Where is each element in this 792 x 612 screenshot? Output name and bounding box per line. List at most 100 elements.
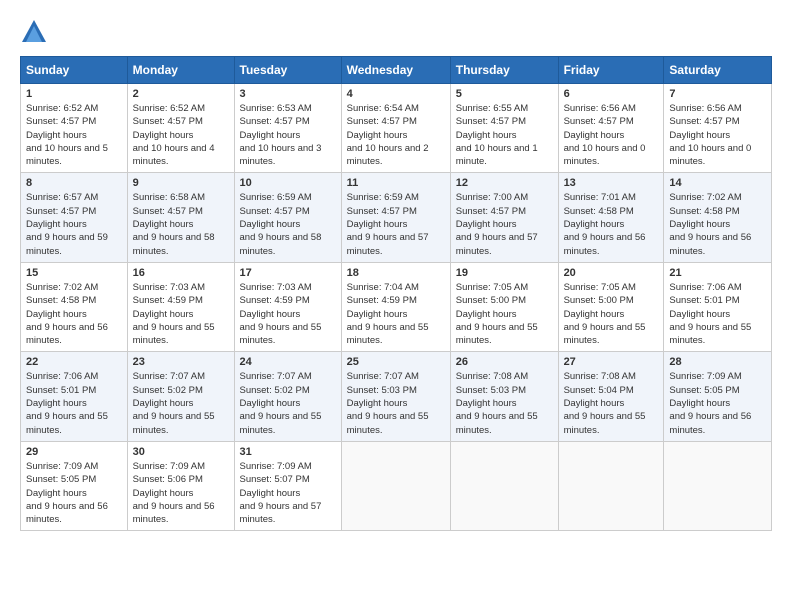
- day-number: 29: [26, 446, 122, 458]
- cell-content: Sunrise: 7:09 AMSunset: 5:05 PMDaylight …: [26, 461, 108, 525]
- calendar-cell: 13 Sunrise: 7:01 AMSunset: 4:58 PMDaylig…: [558, 173, 664, 262]
- day-number: 21: [669, 267, 766, 279]
- cell-content: Sunrise: 6:56 AMSunset: 4:57 PMDaylight …: [669, 103, 751, 167]
- day-number: 7: [669, 88, 766, 100]
- cell-content: Sunrise: 6:56 AMSunset: 4:57 PMDaylight …: [564, 103, 646, 167]
- calendar-cell: 7 Sunrise: 6:56 AMSunset: 4:57 PMDayligh…: [664, 84, 772, 173]
- calendar-cell: [558, 441, 664, 530]
- day-number: 24: [240, 356, 336, 368]
- calendar-cell: 27 Sunrise: 7:08 AMSunset: 5:04 PMDaylig…: [558, 352, 664, 441]
- day-number: 16: [133, 267, 229, 279]
- cell-content: Sunrise: 6:54 AMSunset: 4:57 PMDaylight …: [347, 103, 429, 167]
- cell-content: Sunrise: 6:59 AMSunset: 4:57 PMDaylight …: [347, 192, 429, 256]
- cell-content: Sunrise: 6:53 AMSunset: 4:57 PMDaylight …: [240, 103, 322, 167]
- calendar-cell: 12 Sunrise: 7:00 AMSunset: 4:57 PMDaylig…: [450, 173, 558, 262]
- day-number: 22: [26, 356, 122, 368]
- day-number: 31: [240, 446, 336, 458]
- cell-content: Sunrise: 7:06 AMSunset: 5:01 PMDaylight …: [669, 282, 751, 346]
- calendar-cell: 16 Sunrise: 7:03 AMSunset: 4:59 PMDaylig…: [127, 262, 234, 351]
- calendar-day-header: Saturday: [664, 57, 772, 84]
- logo: [20, 18, 52, 46]
- day-number: 30: [133, 446, 229, 458]
- cell-content: Sunrise: 7:04 AMSunset: 4:59 PMDaylight …: [347, 282, 429, 346]
- calendar-header-row: SundayMondayTuesdayWednesdayThursdayFrid…: [21, 57, 772, 84]
- cell-content: Sunrise: 7:02 AMSunset: 4:58 PMDaylight …: [26, 282, 108, 346]
- calendar-day-header: Thursday: [450, 57, 558, 84]
- cell-content: Sunrise: 6:52 AMSunset: 4:57 PMDaylight …: [26, 103, 108, 167]
- calendar-cell: 10 Sunrise: 6:59 AMSunset: 4:57 PMDaylig…: [234, 173, 341, 262]
- day-number: 26: [456, 356, 553, 368]
- calendar-table: SundayMondayTuesdayWednesdayThursdayFrid…: [20, 56, 772, 531]
- calendar-cell: 19 Sunrise: 7:05 AMSunset: 5:00 PMDaylig…: [450, 262, 558, 351]
- cell-content: Sunrise: 7:08 AMSunset: 5:04 PMDaylight …: [564, 371, 646, 435]
- cell-content: Sunrise: 7:07 AMSunset: 5:02 PMDaylight …: [133, 371, 215, 435]
- day-number: 8: [26, 177, 122, 189]
- calendar-cell: 6 Sunrise: 6:56 AMSunset: 4:57 PMDayligh…: [558, 84, 664, 173]
- day-number: 3: [240, 88, 336, 100]
- calendar-day-header: Wednesday: [341, 57, 450, 84]
- calendar-cell: 25 Sunrise: 7:07 AMSunset: 5:03 PMDaylig…: [341, 352, 450, 441]
- day-number: 20: [564, 267, 659, 279]
- calendar-week-row: 15 Sunrise: 7:02 AMSunset: 4:58 PMDaylig…: [21, 262, 772, 351]
- cell-content: Sunrise: 6:58 AMSunset: 4:57 PMDaylight …: [133, 192, 215, 256]
- calendar-cell: 9 Sunrise: 6:58 AMSunset: 4:57 PMDayligh…: [127, 173, 234, 262]
- cell-content: Sunrise: 7:09 AMSunset: 5:06 PMDaylight …: [133, 461, 215, 525]
- calendar-cell: 15 Sunrise: 7:02 AMSunset: 4:58 PMDaylig…: [21, 262, 128, 351]
- cell-content: Sunrise: 6:59 AMSunset: 4:57 PMDaylight …: [240, 192, 322, 256]
- day-number: 4: [347, 88, 445, 100]
- cell-content: Sunrise: 7:03 AMSunset: 4:59 PMDaylight …: [240, 282, 322, 346]
- logo-icon: [20, 18, 48, 46]
- day-number: 14: [669, 177, 766, 189]
- calendar-cell: 2 Sunrise: 6:52 AMSunset: 4:57 PMDayligh…: [127, 84, 234, 173]
- day-number: 15: [26, 267, 122, 279]
- cell-content: Sunrise: 7:02 AMSunset: 4:58 PMDaylight …: [669, 192, 751, 256]
- calendar-cell: [664, 441, 772, 530]
- cell-content: Sunrise: 6:57 AMSunset: 4:57 PMDaylight …: [26, 192, 108, 256]
- day-number: 9: [133, 177, 229, 189]
- calendar-cell: 21 Sunrise: 7:06 AMSunset: 5:01 PMDaylig…: [664, 262, 772, 351]
- cell-content: Sunrise: 7:09 AMSunset: 5:07 PMDaylight …: [240, 461, 322, 525]
- calendar-cell: 22 Sunrise: 7:06 AMSunset: 5:01 PMDaylig…: [21, 352, 128, 441]
- calendar-cell: 24 Sunrise: 7:07 AMSunset: 5:02 PMDaylig…: [234, 352, 341, 441]
- day-number: 2: [133, 88, 229, 100]
- calendar-week-row: 1 Sunrise: 6:52 AMSunset: 4:57 PMDayligh…: [21, 84, 772, 173]
- calendar-cell: 8 Sunrise: 6:57 AMSunset: 4:57 PMDayligh…: [21, 173, 128, 262]
- calendar-cell: 5 Sunrise: 6:55 AMSunset: 4:57 PMDayligh…: [450, 84, 558, 173]
- day-number: 6: [564, 88, 659, 100]
- calendar-cell: 3 Sunrise: 6:53 AMSunset: 4:57 PMDayligh…: [234, 84, 341, 173]
- calendar-cell: 28 Sunrise: 7:09 AMSunset: 5:05 PMDaylig…: [664, 352, 772, 441]
- cell-content: Sunrise: 6:52 AMSunset: 4:57 PMDaylight …: [133, 103, 215, 167]
- calendar-cell: 4 Sunrise: 6:54 AMSunset: 4:57 PMDayligh…: [341, 84, 450, 173]
- calendar-cell: 14 Sunrise: 7:02 AMSunset: 4:58 PMDaylig…: [664, 173, 772, 262]
- cell-content: Sunrise: 6:55 AMSunset: 4:57 PMDaylight …: [456, 103, 538, 167]
- day-number: 18: [347, 267, 445, 279]
- calendar-cell: 17 Sunrise: 7:03 AMSunset: 4:59 PMDaylig…: [234, 262, 341, 351]
- page: SundayMondayTuesdayWednesdayThursdayFrid…: [0, 0, 792, 612]
- cell-content: Sunrise: 7:09 AMSunset: 5:05 PMDaylight …: [669, 371, 751, 435]
- calendar-cell: [341, 441, 450, 530]
- calendar-cell: 23 Sunrise: 7:07 AMSunset: 5:02 PMDaylig…: [127, 352, 234, 441]
- cell-content: Sunrise: 7:01 AMSunset: 4:58 PMDaylight …: [564, 192, 646, 256]
- calendar-day-header: Tuesday: [234, 57, 341, 84]
- calendar-cell: 31 Sunrise: 7:09 AMSunset: 5:07 PMDaylig…: [234, 441, 341, 530]
- day-number: 17: [240, 267, 336, 279]
- calendar-cell: 18 Sunrise: 7:04 AMSunset: 4:59 PMDaylig…: [341, 262, 450, 351]
- calendar-cell: [450, 441, 558, 530]
- calendar-week-row: 8 Sunrise: 6:57 AMSunset: 4:57 PMDayligh…: [21, 173, 772, 262]
- day-number: 23: [133, 356, 229, 368]
- day-number: 10: [240, 177, 336, 189]
- calendar-week-row: 22 Sunrise: 7:06 AMSunset: 5:01 PMDaylig…: [21, 352, 772, 441]
- calendar-day-header: Friday: [558, 57, 664, 84]
- cell-content: Sunrise: 7:07 AMSunset: 5:03 PMDaylight …: [347, 371, 429, 435]
- cell-content: Sunrise: 7:05 AMSunset: 5:00 PMDaylight …: [564, 282, 646, 346]
- day-number: 13: [564, 177, 659, 189]
- cell-content: Sunrise: 7:00 AMSunset: 4:57 PMDaylight …: [456, 192, 538, 256]
- day-number: 1: [26, 88, 122, 100]
- calendar-cell: 20 Sunrise: 7:05 AMSunset: 5:00 PMDaylig…: [558, 262, 664, 351]
- day-number: 27: [564, 356, 659, 368]
- calendar-cell: 29 Sunrise: 7:09 AMSunset: 5:05 PMDaylig…: [21, 441, 128, 530]
- cell-content: Sunrise: 7:05 AMSunset: 5:00 PMDaylight …: [456, 282, 538, 346]
- day-number: 28: [669, 356, 766, 368]
- day-number: 19: [456, 267, 553, 279]
- day-number: 12: [456, 177, 553, 189]
